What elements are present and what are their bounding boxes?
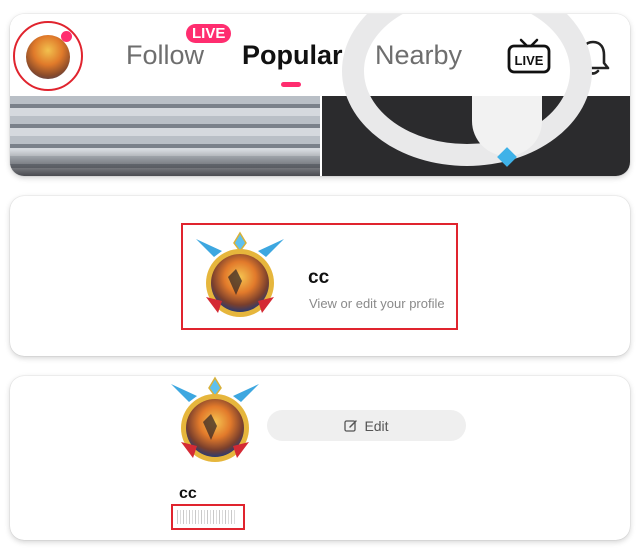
pencil-icon xyxy=(344,419,358,432)
profile-detail-card: Edit cc xyxy=(10,376,630,540)
video-thumbnail-building[interactable] xyxy=(10,96,320,176)
profile-badge-avatar[interactable] xyxy=(192,229,288,325)
profile-badge-avatar-large[interactable] xyxy=(167,376,263,470)
tab-follow[interactable]: Follow xyxy=(126,40,204,71)
edit-button-label: Edit xyxy=(364,417,389,434)
tab-popular[interactable]: Popular xyxy=(242,40,343,71)
profile-name: cc xyxy=(308,267,330,288)
active-tab-indicator xyxy=(281,82,301,87)
top-navigation-card: Follow LIVE Popular Nearby LIVE xyxy=(10,14,630,176)
user-id-blurred xyxy=(177,510,237,524)
user-avatar-button[interactable] xyxy=(13,21,83,91)
profile-detail-name: cc xyxy=(179,485,197,502)
notification-dot xyxy=(61,31,72,42)
edit-profile-button[interactable]: Edit xyxy=(267,410,466,441)
avatar xyxy=(26,35,70,79)
profile-entry-card: cc View or edit your profile xyxy=(10,196,630,356)
profile-subtitle[interactable]: View or edit your profile xyxy=(309,296,445,311)
video-thumbnail-cat[interactable] xyxy=(322,14,630,176)
live-badge: LIVE xyxy=(186,24,232,43)
